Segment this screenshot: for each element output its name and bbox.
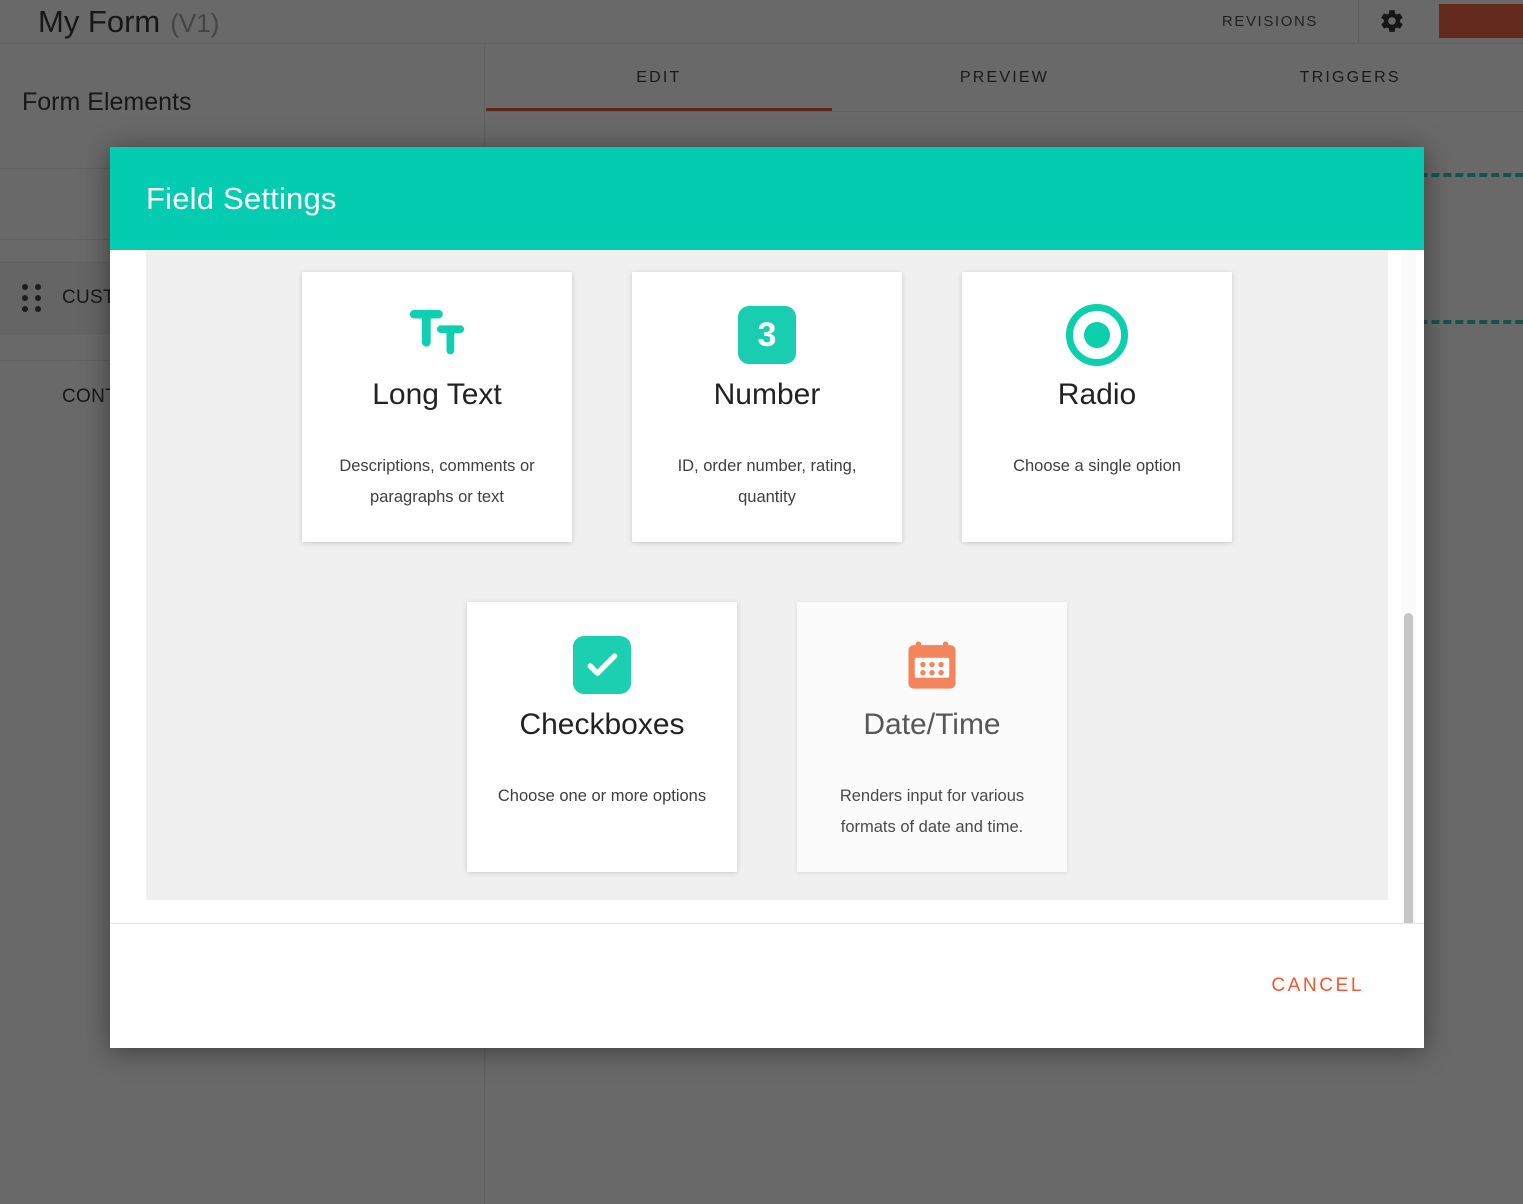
field-type-card-date-time[interactable]: Date/Time Renders input for various form… [797,602,1067,872]
field-type-card-long-text[interactable]: Long Text Descriptions, comments or para… [302,272,572,542]
field-type-row: Long Text Descriptions, comments or para… [146,272,1388,542]
field-type-row: Checkboxes Choose one or more options [146,542,1388,872]
card-title: Radio [1058,378,1136,411]
card-title: Date/Time [863,708,1000,741]
field-type-card-number[interactable]: 3 Number ID, order number, rating, quant… [632,272,902,542]
double-t-icon [406,294,468,376]
calendar-icon [903,624,961,706]
card-description: Renders input for various formats of dat… [822,781,1042,842]
dialog-scrollbar-thumb[interactable] [1404,613,1413,923]
card-title: Checkboxes [519,708,684,741]
card-description: Choose one or more options [492,781,712,812]
card-description: ID, order number, rating, quantity [657,451,877,512]
field-type-card-checkboxes[interactable]: Checkboxes Choose one or more options [467,602,737,872]
checkmark-box-icon [573,624,631,706]
dialog-footer: CANCEL [110,923,1424,1048]
dialog-title: Field Settings [146,181,337,217]
field-settings-dialog: Field Settings Long Tex [110,147,1424,1048]
field-type-card-radio[interactable]: Radio Choose a single option [962,272,1232,542]
card-title: Number [714,378,821,411]
dialog-body: Long Text Descriptions, comments or para… [110,250,1424,923]
number-three-icon: 3 [738,294,796,376]
card-description: Choose a single option [987,451,1207,482]
card-title: Long Text [372,378,502,411]
number-three-glyph: 3 [738,306,796,364]
card-description: Descriptions, comments or paragraphs or … [327,451,547,512]
field-type-grid: Long Text Descriptions, comments or para… [146,250,1388,900]
dialog-scroll-area[interactable]: Long Text Descriptions, comments or para… [110,250,1424,923]
dialog-header: Field Settings [110,147,1424,250]
cancel-button[interactable]: CANCEL [1263,965,1372,1007]
radio-button-icon [1066,294,1128,376]
